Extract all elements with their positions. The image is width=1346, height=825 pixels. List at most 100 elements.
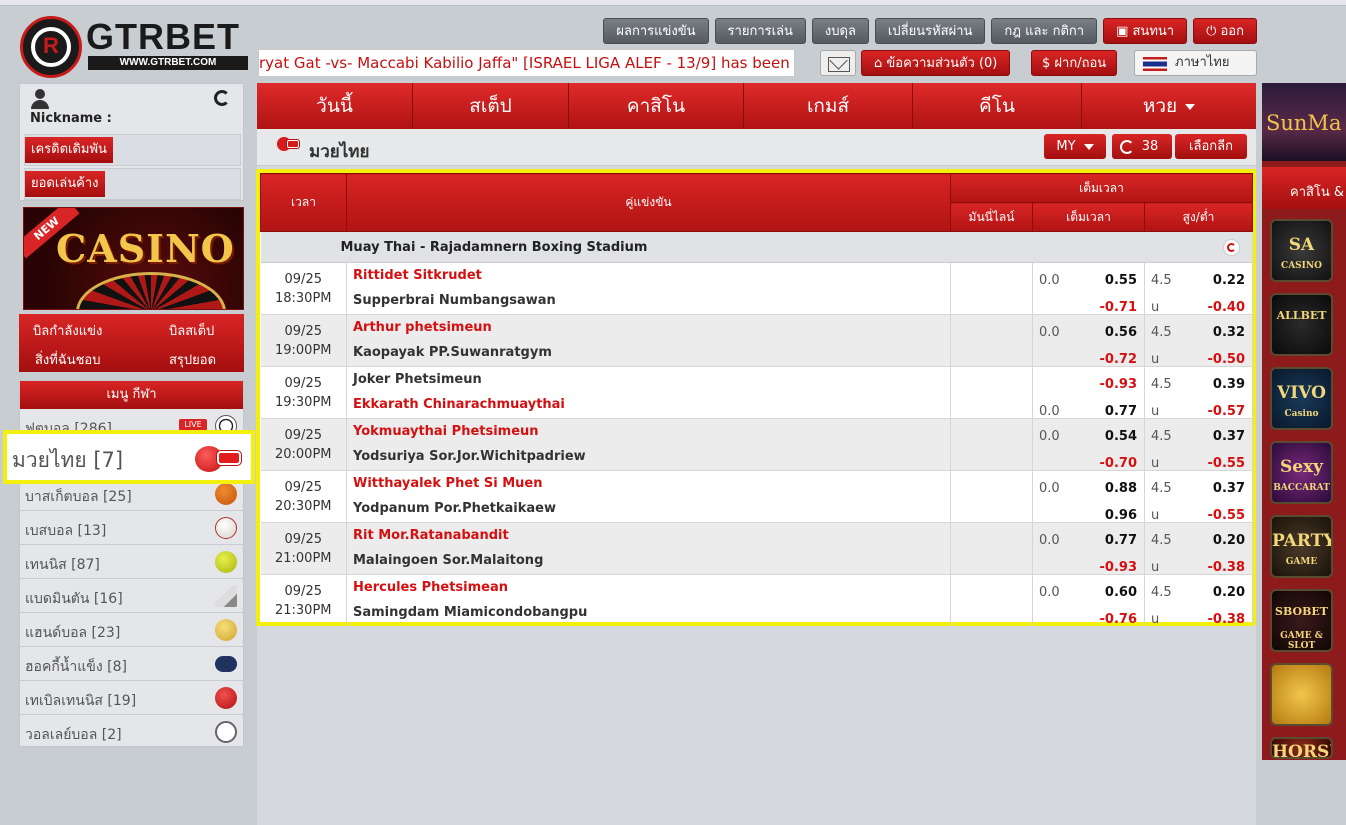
odds-format-select[interactable]: MY <box>1044 134 1106 159</box>
tab-parlay[interactable]: สเต็ป <box>413 83 569 129</box>
casino-tile-allbet[interactable]: ALLBET <box>1270 293 1333 356</box>
sport-item-volleyball[interactable]: วอลเลย์บอล [2] <box>20 716 243 749</box>
tab-games[interactable]: เกมส์ <box>744 83 913 129</box>
under-odds[interactable]: -0.55 <box>1208 508 1245 523</box>
favorites-link[interactable]: สิ่งที่ฉันชอบ <box>35 349 100 370</box>
moneyline-cell <box>950 574 1033 627</box>
sport-item-baseball[interactable]: เบสบอล [13] <box>20 512 243 545</box>
over-odds[interactable]: 0.20 <box>1213 533 1245 548</box>
casino-tile-sbobet-game[interactable]: SBOBET GAME & SLOT <box>1270 589 1333 652</box>
header-match: คู่แข่งขัน <box>346 173 951 232</box>
match-teams-cell: Arthur phetsimeun Kaopayak PP.Suwanratgym <box>346 314 951 367</box>
running-bets-link[interactable]: บิลกำลังแข่ง <box>33 320 102 341</box>
handicap-home-odds[interactable]: 0.60 <box>1105 585 1137 600</box>
casino-tile-sa-casino[interactable]: SA CASINO <box>1270 219 1333 282</box>
tab-lottery-label: หวย <box>1142 95 1178 117</box>
refresh-icon[interactable] <box>1223 239 1240 256</box>
under-odds[interactable]: -0.38 <box>1208 560 1245 575</box>
private-messages-button[interactable]: ⌂ ข้อความส่วนตัว (0) <box>861 50 1011 76</box>
results-button[interactable]: ผลการแข่งขัน <box>603 18 709 44</box>
casino-tile-sexy-baccarat[interactable]: Sexy BACCARAT <box>1270 441 1333 504</box>
tab-lottery[interactable]: หวย <box>1082 83 1256 129</box>
over-odds[interactable]: 0.22 <box>1213 273 1245 288</box>
casino-banner[interactable]: CASINO NEW <box>23 207 244 310</box>
sport-item-table-tennis[interactable]: เทเบิลเทนนิส [19] <box>20 682 243 715</box>
deposit-withdraw-button[interactable]: $ ฝาก/ถอน <box>1031 50 1118 76</box>
refresh-button[interactable]: 38 <box>1112 134 1172 159</box>
tab-today[interactable]: วันนี้ <box>257 83 413 129</box>
handicap-away-odds[interactable]: -0.93 <box>1100 560 1137 575</box>
language-select[interactable]: ภาษาไทย <box>1134 50 1257 76</box>
handicap-home-odds[interactable]: -0.93 <box>1100 377 1137 392</box>
parlay-bets-link[interactable]: บิลสเต็ป <box>169 320 214 341</box>
casino-tile-cockfight[interactable] <box>1270 663 1333 726</box>
over-odds[interactable]: 0.32 <box>1213 325 1245 340</box>
under-odds[interactable]: -0.50 <box>1208 352 1245 367</box>
casino-tile-vivo-casino[interactable]: VIVO Casino <box>1270 367 1333 430</box>
handicap-line: 0.0 <box>1039 429 1060 444</box>
away-team: Ekkarath Chinarachmuaythai <box>353 397 565 412</box>
banner-text: CASINO <box>56 226 235 271</box>
over-odds[interactable]: 0.37 <box>1213 481 1245 496</box>
bet-list-button[interactable]: รายการเล่น <box>714 18 806 44</box>
under-odds[interactable]: -0.57 <box>1208 404 1245 419</box>
handicap-away-odds[interactable]: -0.70 <box>1100 456 1137 471</box>
handicap-cell: 0.0 0.77 -0.93 <box>1032 522 1145 575</box>
handicap-away-odds[interactable]: -0.76 <box>1100 612 1137 627</box>
change-password-button[interactable]: เปลี่ยนรหัสผ่าน <box>874 18 986 44</box>
shuttlecock-icon <box>215 585 237 607</box>
select-league-button[interactable]: เลือกลีก <box>1175 134 1247 159</box>
handicap-cell: 0.0 0.56 -0.72 <box>1032 314 1145 367</box>
tile-label: HORSE <box>1272 742 1331 759</box>
logout-button[interactable]: ⏻ ออก <box>1193 18 1257 44</box>
handicap-line: 0.0 <box>1039 404 1060 419</box>
over-odds[interactable]: 0.20 <box>1213 585 1245 600</box>
handicap-away-odds[interactable]: -0.71 <box>1100 300 1137 315</box>
handicap-home-odds[interactable]: 0.77 <box>1105 533 1137 548</box>
over-under-line: 4.5 <box>1151 377 1172 392</box>
under-odds[interactable]: -0.40 <box>1208 300 1245 315</box>
over-odds[interactable]: 0.39 <box>1213 377 1245 392</box>
basketball-icon <box>215 483 237 505</box>
table-tennis-icon <box>215 687 237 709</box>
handicap-away-odds[interactable]: 0.96 <box>1105 508 1137 523</box>
casino-tile-party-game[interactable]: PARTY GAME <box>1270 515 1333 578</box>
over-odds[interactable]: 0.37 <box>1213 429 1245 444</box>
handicap-away-odds[interactable]: -0.72 <box>1100 352 1137 367</box>
roulette-wheel-icon <box>76 272 226 309</box>
handicap-away-odds[interactable]: 0.77 <box>1105 404 1137 419</box>
tab-casino[interactable]: คาสิโน <box>569 83 744 129</box>
statement-button[interactable]: งบดุล <box>811 18 869 44</box>
tile-sub-label: GAME <box>1285 557 1318 567</box>
handicap-cell: 0.0 0.60 -0.76 <box>1032 574 1145 627</box>
handball-icon <box>215 619 237 641</box>
tab-keno[interactable]: คีโน <box>913 83 1082 129</box>
under-odds[interactable]: -0.55 <box>1208 456 1245 471</box>
quick-links: บิลกำลังแข่ง บิลสเต็ป สิ่งที่ฉันชอบ สรุป… <box>19 314 244 372</box>
outstanding-label: ยอดเล่นค้าง <box>25 171 105 197</box>
sport-item-label: วอลเลย์บอล [2] <box>25 727 122 743</box>
sport-item-ice-hockey[interactable]: ฮอคกี้น้ำแข็ง [8] <box>20 648 243 681</box>
sport-item-muay-thai[interactable]: มวยไทย [7] <box>3 430 255 484</box>
casino-tile-horse[interactable]: HORSE <box>1270 737 1333 759</box>
rules-button[interactable]: กฎ และ กติกา <box>991 18 1098 44</box>
site-logo[interactable]: R GTRBET WWW.GTRBET.COM <box>18 14 250 80</box>
right-panel-title-text: คาสิโน & <box>1290 185 1345 200</box>
handicap-line: 0.0 <box>1039 533 1060 548</box>
chat-button[interactable]: ▣ สนทนา <box>1103 18 1188 44</box>
away-team: Yodsuriya Sor.Jor.Wichitpadriew <box>353 449 586 464</box>
handicap-home-odds[interactable]: 0.54 <box>1105 429 1137 444</box>
sport-item-tennis[interactable]: เทนนิส [87] <box>20 546 243 579</box>
handicap-home-odds[interactable]: 0.55 <box>1105 273 1137 288</box>
refresh-icon[interactable] <box>214 90 230 106</box>
summary-link[interactable]: สรุปยอด <box>169 349 216 370</box>
under-odds[interactable]: -0.38 <box>1208 612 1245 627</box>
sport-item-handball[interactable]: แฮนด์บอล [23] <box>20 614 243 647</box>
mail-icon[interactable] <box>820 50 856 76</box>
handicap-home-odds[interactable]: 0.88 <box>1105 481 1137 496</box>
news-ticker[interactable]: ryat Gat -vs- Maccabi Kabilio Jaffa" [IS… <box>258 49 795 77</box>
sport-item-label: มวยไทย [7] <box>12 448 124 472</box>
handicap-home-odds[interactable]: 0.56 <box>1105 325 1137 340</box>
sunmall-banner[interactable]: SunMa <box>1262 83 1346 161</box>
sport-item-badminton[interactable]: แบดมินตัน [16] <box>20 580 243 613</box>
